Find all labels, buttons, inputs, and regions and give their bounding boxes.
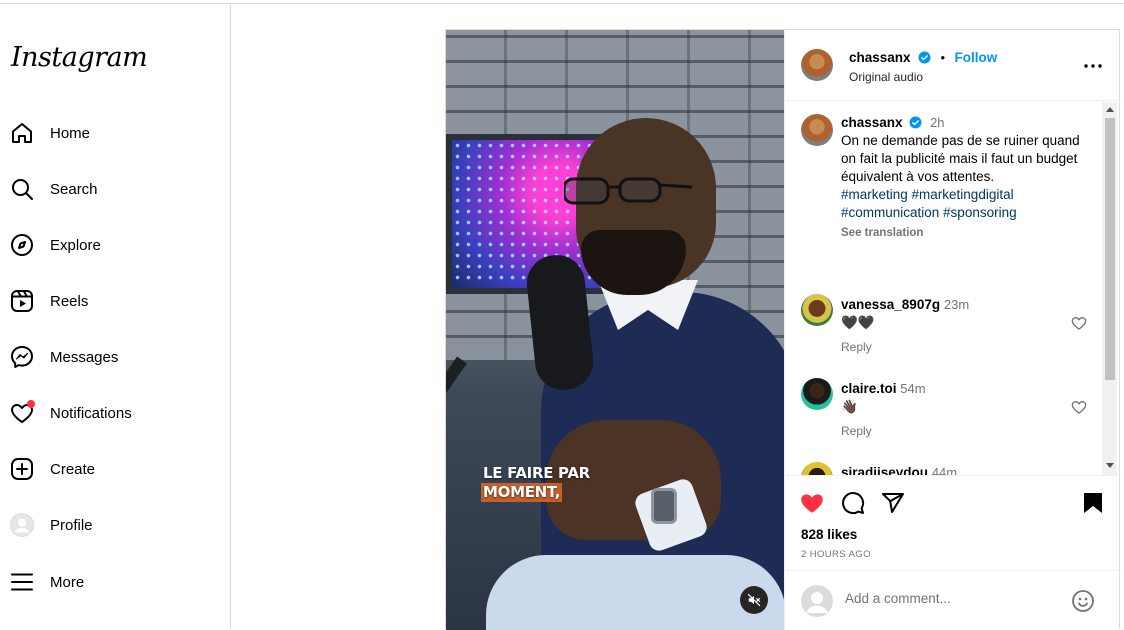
share-button[interactable] [880,490,906,516]
scroll-up-arrow-icon[interactable] [1105,105,1114,114]
video-caption-line: LE FAIRE PAR [483,464,590,482]
scroll-down-arrow-icon[interactable] [1105,461,1114,470]
instagram-logo[interactable]: Instagram [11,42,148,73]
sidebar-item-search[interactable]: Search [0,165,230,213]
glasses [564,177,693,205]
plus-square-icon [10,457,34,481]
video-caption-line-highlight: MOMENT, [481,483,563,502]
comments-list[interactable]: chassanx 2h On ne demande pas de se ruin… [785,102,1122,475]
commenter-avatar[interactable] [801,294,833,326]
sidebar-item-create[interactable]: Create [0,445,230,493]
caption-author[interactable]: chassanx [841,115,903,130]
sidebar-item-label: Explore [50,236,101,254]
scrollbar-thumb[interactable] [1105,118,1115,380]
jeans [486,555,784,630]
wristwatch [651,488,677,524]
sidebar-item-label: Notifications [50,404,132,422]
comment-username[interactable]: vanessa_8907g [841,297,940,312]
emoji-smiley-icon[interactable] [1071,589,1095,613]
follow-button[interactable]: Follow [954,50,997,65]
author-username[interactable]: chassanx [849,50,911,65]
separator-dot: • [940,50,946,65]
home-icon [10,121,34,145]
post-modal: LE FAIRE PAR MOMENT, chassanx • Follow O… [445,29,1122,630]
sidebar-item-home[interactable]: Home [0,109,230,157]
audio-label[interactable]: Original audio [849,70,923,84]
avatar-icon [10,513,34,537]
add-comment-input[interactable] [845,591,1055,606]
post-timestamp[interactable]: 2 HOURS AGO [801,549,871,560]
like-comment-heart-icon[interactable] [1071,399,1087,415]
author-avatar[interactable] [801,49,833,81]
sidebar-item-label: More [50,573,85,591]
verified-badge-icon [918,51,931,64]
compass-icon [10,233,34,257]
like-button[interactable] [799,490,825,516]
comments-scrollbar[interactable] [1102,102,1117,475]
speaker-muted-icon [747,593,761,607]
commenter-avatar[interactable] [801,378,833,410]
paper-plane-icon [882,493,904,513]
sidebar-item-label: Messages [50,348,119,366]
sidebar-item-label: Search [50,180,98,198]
post-header: chassanx • Follow Original audio [785,30,1122,101]
post-actions: 828 likes 2 HOURS AGO [785,475,1122,570]
comment-text: 👋🏿 [841,399,858,414]
sidebar-item-messages[interactable]: Messages [0,333,230,381]
post-details-panel: chassanx • Follow Original audio chassan… [784,30,1122,630]
author-row: chassanx • Follow [849,49,997,67]
caption-text: On ne demande pas de se ruiner quand on … [841,133,1080,184]
reply-button[interactable]: Reply [841,340,872,354]
sidebar-item-profile[interactable]: Profile [0,501,230,549]
comment-button[interactable] [840,490,866,516]
see-translation-link[interactable]: See translation [841,227,1091,239]
heart-icon [10,400,35,425]
comment-username[interactable]: siradjiseydou [841,465,928,475]
comment-time: 44m [931,465,958,475]
comment-time: 23m [943,297,970,312]
verified-badge-icon [909,116,922,129]
hamburger-icon [10,570,34,594]
comment-text: 🖤🖤 [841,315,875,330]
notification-badge [27,400,35,408]
more-options-button[interactable] [1083,56,1103,76]
sidebar-item-label: Reels [50,292,89,310]
sidebar-item-notifications[interactable]: Notifications [0,389,230,437]
add-comment-bar [785,570,1122,630]
like-comment-heart-icon[interactable] [1071,315,1087,331]
caption-time: 2h [930,115,945,130]
reel-video[interactable]: LE FAIRE PAR MOMENT, [446,30,784,630]
sidebar-item-explore[interactable]: Explore [0,221,230,269]
likes-count[interactable]: 828 likes [801,527,857,542]
current-user-avatar [801,585,833,617]
commenter-avatar[interactable] [801,462,833,475]
caption-content: chassanx 2h On ne demande pas de se ruin… [841,114,1091,239]
search-icon [10,177,34,201]
sidebar-item-reels[interactable]: Reels [0,277,230,325]
bookmark-filled-icon [1084,493,1102,513]
sidebar-item-label: Home [50,124,91,142]
comment-bubble-icon [842,492,865,515]
sidebar: Instagram Home Search Explore Reels Mess… [0,4,231,629]
reply-button[interactable]: Reply [841,424,872,438]
save-button[interactable] [1080,490,1106,516]
ellipsis-icon [1084,64,1102,68]
comment-username[interactable]: claire.toi [841,381,897,396]
caption-hashtags[interactable]: #marketing #marketingdigital #communicat… [841,186,1091,222]
messenger-icon [10,345,34,369]
video-caption: LE FAIRE PAR MOMENT, [481,464,592,502]
sidebar-item-label: Profile [50,516,93,534]
comment-time: 54m [900,381,926,396]
mic-arm [446,356,467,569]
heart-filled-icon [801,494,823,513]
sidebar-item-label: Create [50,460,96,478]
sidebar-item-more[interactable]: More [0,558,230,606]
author-avatar[interactable] [801,114,833,146]
reels-icon [10,289,34,313]
mute-button[interactable] [740,586,768,614]
